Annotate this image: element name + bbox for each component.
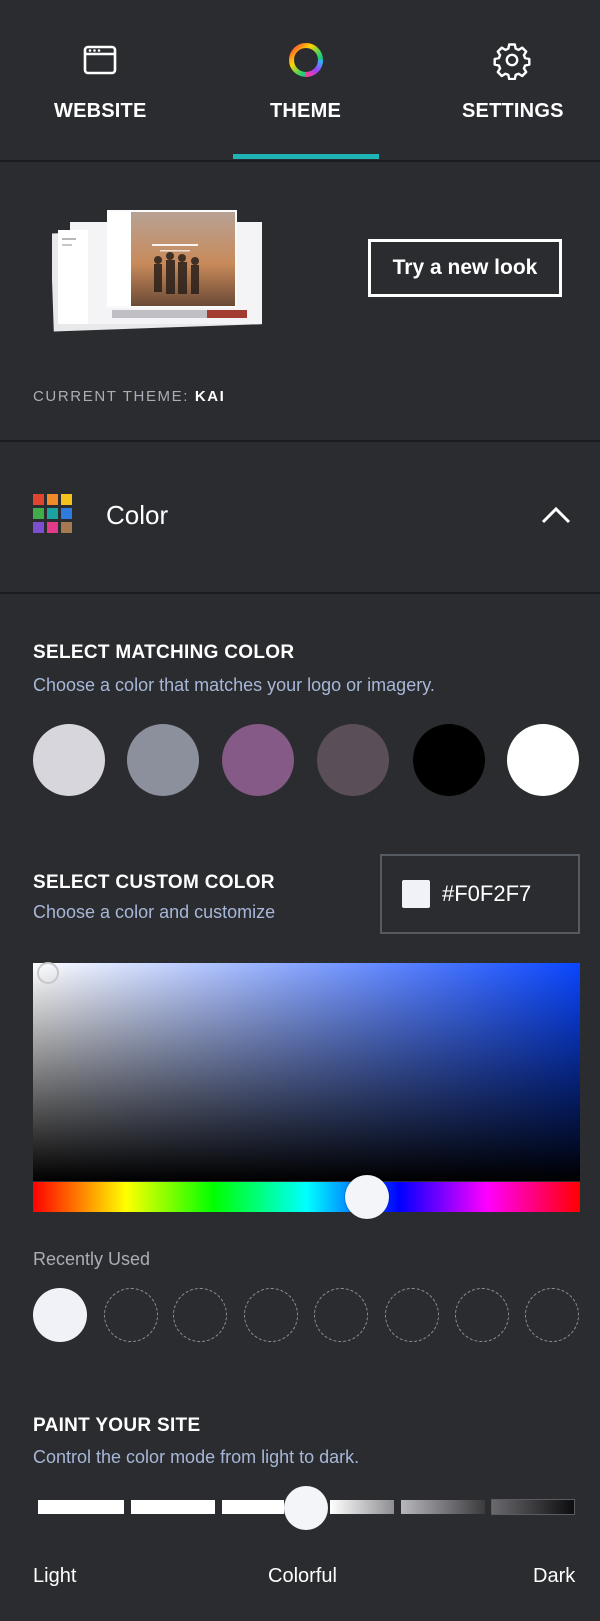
try-new-look-button[interactable]: Try a new look (368, 239, 562, 297)
recently-used-label: Recently Used (33, 1249, 151, 1269)
gear-icon (493, 43, 531, 80)
tab-theme-label: THEME (270, 100, 341, 122)
theme-preview-thumbnail[interactable] (52, 208, 272, 333)
recent-color-empty-slot[interactable] (314, 1288, 368, 1342)
tab-website[interactable]: WEBSITE (0, 0, 200, 160)
recent-color-empty-slot[interactable] (385, 1288, 439, 1342)
color-swatch[interactable] (127, 724, 199, 796)
recent-color-empty-slot[interactable] (244, 1288, 298, 1342)
hue-slider-handle[interactable] (345, 1175, 389, 1219)
tab-settings-label: SETTINGS (462, 100, 564, 122)
color-section-title: Color (106, 500, 169, 530)
custom-color-title: SELECT CUSTOM COLOR (33, 872, 275, 893)
tab-settings[interactable]: SETTINGS (410, 0, 600, 160)
color-swatch[interactable] (507, 724, 579, 796)
paint-mode-segment[interactable] (491, 1499, 575, 1515)
custom-color-subtitle: Choose a color and customize (33, 902, 276, 922)
color-swatch[interactable] (33, 724, 105, 796)
top-tab-bar: WEBSITE THEME SETTINGS (0, 0, 600, 162)
current-theme-section: Try a new look CURRENT THEME: KAI (0, 162, 600, 442)
tab-theme[interactable]: THEME (200, 0, 410, 160)
chevron-up-icon[interactable] (539, 504, 573, 526)
recent-color-empty-slot[interactable] (173, 1288, 227, 1342)
matching-color-subtitle: Choose a color that matches your logo or… (33, 675, 435, 695)
paint-mode-segment[interactable] (401, 1500, 485, 1514)
paint-site-title: PAINT YOUR SITE (33, 1415, 201, 1436)
tab-website-label: WEBSITE (54, 100, 147, 122)
recent-color-empty-slot[interactable] (455, 1288, 509, 1342)
active-tab-indicator (233, 154, 379, 159)
current-theme-text: CURRENT THEME: KAI (33, 388, 225, 405)
matching-color-title: SELECT MATCHING COLOR (33, 642, 295, 663)
color-swatch[interactable] (413, 724, 485, 796)
hex-color-input[interactable]: #F0F2F7 (380, 854, 580, 934)
current-theme-name: KAI (194, 388, 226, 405)
current-color-chip (402, 880, 430, 908)
paint-mode-slider-handle[interactable] (284, 1486, 328, 1530)
paint-mode-segment[interactable] (38, 1500, 124, 1514)
recent-color-empty-slot[interactable] (525, 1288, 579, 1342)
current-theme-label: CURRENT THEME: (33, 388, 190, 405)
browser-window-icon (83, 45, 117, 75)
color-swatch[interactable] (317, 724, 389, 796)
recent-color-empty-slot[interactable] (104, 1288, 158, 1342)
hue-slider[interactable] (33, 1182, 580, 1212)
color-palette-icon (33, 494, 72, 533)
recent-color-swatch[interactable] (33, 1288, 87, 1342)
paint-mode-segment[interactable] (330, 1500, 394, 1514)
paint-mode-segment[interactable] (131, 1500, 215, 1514)
paint-label-colorful: Colorful (268, 1565, 337, 1587)
color-swatch[interactable] (222, 724, 294, 796)
paint-label-dark: Dark (533, 1565, 576, 1587)
theme-ring-icon (289, 43, 323, 77)
saturation-value-handle[interactable] (37, 962, 59, 984)
color-section-toggle[interactable]: Color (0, 442, 600, 594)
paint-site-subtitle: Control the color mode from light to dar… (33, 1447, 360, 1467)
hex-value: #F0F2F7 (442, 881, 532, 906)
paint-mode-segment[interactable] (222, 1500, 284, 1514)
paint-label-light: Light (33, 1565, 77, 1587)
saturation-value-picker[interactable] (33, 963, 580, 1181)
